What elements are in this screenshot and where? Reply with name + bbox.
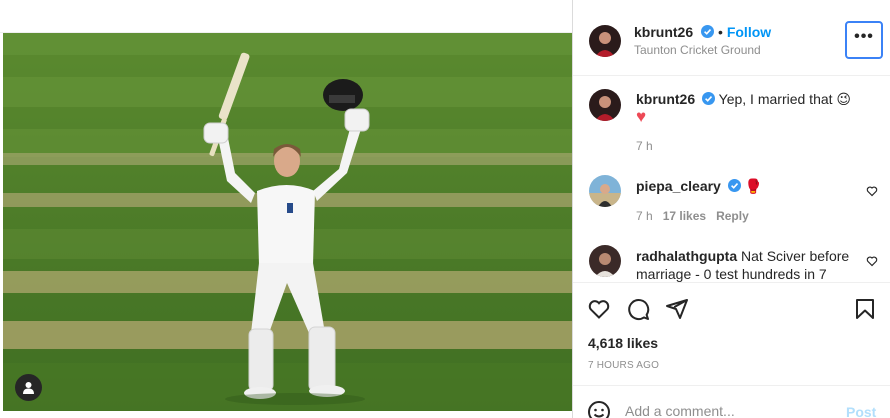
like-count[interactable]: 4,618 likes <box>588 335 658 351</box>
send-icon[interactable] <box>665 297 689 321</box>
like-comment-heart-icon[interactable] <box>866 185 878 197</box>
comment-avatar[interactable] <box>589 175 621 207</box>
cricket-photo-illustration <box>3 33 572 411</box>
comment-username[interactable]: radhalathgupta <box>636 248 737 264</box>
comment-time[interactable]: 7 h <box>636 139 653 153</box>
post-comment-button[interactable]: Post <box>846 404 876 418</box>
comment-meta: 7 h <box>636 139 653 153</box>
comment-icon[interactable] <box>626 297 650 321</box>
red-heart-emoji: ♥ <box>636 107 647 126</box>
add-comment-bar: Post <box>573 385 890 418</box>
comments-list[interactable]: kbrunt26 Yep, I married that 😉 ♥ 7 h pie… <box>573 77 890 282</box>
more-options-icon: ••• <box>854 28 874 45</box>
reply-button[interactable]: Reply <box>716 209 749 223</box>
user-icon <box>23 382 34 394</box>
heart-icon[interactable] <box>587 297 611 321</box>
bookmark-icon[interactable] <box>853 297 877 321</box>
comment-input[interactable] <box>625 400 835 418</box>
header-separator: • <box>718 24 727 40</box>
like-comment-heart-icon[interactable] <box>866 255 878 267</box>
author-avatar[interactable] <box>589 25 621 57</box>
comment-text: Yep, I married that 😉 <box>718 91 852 107</box>
caption: kbrunt26 Yep, I married that 😉 ♥ <box>636 90 876 126</box>
verified-badge-icon <box>700 25 714 38</box>
post-header: kbrunt26 • Follow Taunton Cricket Ground… <box>573 8 890 76</box>
posted-time[interactable]: 7 HOURS AGO <box>588 360 659 371</box>
bottom-strip <box>0 411 572 418</box>
more-options-button[interactable]: ••• <box>845 21 883 59</box>
post-actions: 4,618 likes 7 HOURS AGO <box>573 282 890 382</box>
emoji-icon[interactable] <box>587 400 611 418</box>
comment-avatar[interactable] <box>589 245 621 277</box>
post-location[interactable]: Taunton Cricket Ground <box>634 43 761 57</box>
post-photo[interactable] <box>3 33 572 411</box>
author-username[interactable]: kbrunt26 <box>634 24 693 40</box>
verified-badge-icon <box>702 92 716 105</box>
comment-meta: 7 h 17 likes Reply <box>636 209 749 223</box>
comment-likes[interactable]: 17 likes <box>663 209 706 223</box>
author-line: kbrunt26 • Follow <box>634 24 771 42</box>
tagged-user-button[interactable] <box>15 374 42 401</box>
comment-username[interactable]: piepa_cleary <box>636 178 721 194</box>
comment-time[interactable]: 7 h <box>636 209 653 223</box>
verified-badge-icon <box>727 179 741 192</box>
post-details-panel: kbrunt26 • Follow Taunton Cricket Ground… <box>572 0 890 418</box>
follow-button[interactable]: Follow <box>727 24 771 40</box>
comment-username[interactable]: kbrunt26 <box>636 91 695 107</box>
comment: radhalathgupta Nat Sciver before marriag… <box>636 247 861 282</box>
comment-avatar[interactable] <box>589 89 621 121</box>
boxing-glove-emoji: 🥊 <box>744 178 763 194</box>
top-strip <box>0 0 572 33</box>
comment: piepa_cleary 🥊 <box>636 177 762 195</box>
